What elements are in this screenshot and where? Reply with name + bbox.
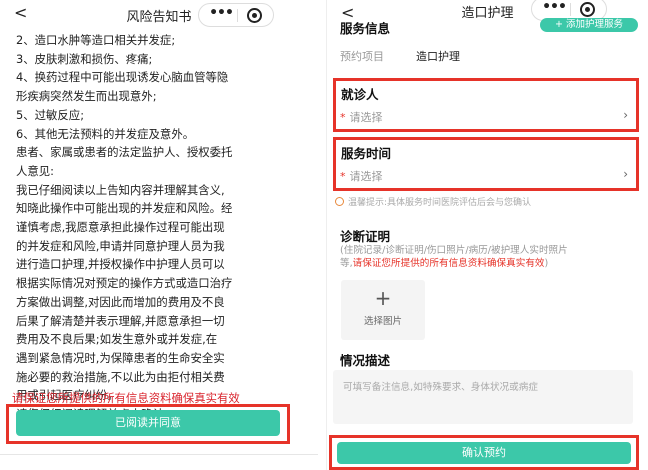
reminder-tip: 温馨提示:具体服务时间医院评估后会与您确认 — [335, 195, 531, 208]
notice-line: 费用及不良后果;如发生意外或并发症,在 — [16, 332, 218, 347]
mini-program-capsule: ••• — [198, 3, 274, 27]
notice-line: 根据实际情况对预定的操作方式或造口治疗 — [16, 276, 233, 291]
service-time-title: 服务时间 — [341, 146, 392, 161]
target-circle-icon[interactable] — [580, 2, 595, 17]
notice-line: 6、其他无法预料的并发症及意外。 — [16, 126, 195, 141]
required-mark: * — [340, 170, 346, 183]
notice-line: 谨慎考虑,我愿意承担此操作过程可能出现 — [16, 220, 225, 235]
patient-select[interactable]: * 请选择 — [340, 109, 383, 125]
notice-line: 方案做出调整,对因此而增加的费用及不良 — [16, 294, 225, 309]
patient-field[interactable]: 就诊人 * 请选择 › — [333, 78, 639, 132]
capsule-divider — [570, 3, 571, 16]
chevron-right-icon: › — [623, 108, 628, 122]
more-dots-icon[interactable]: ••• — [207, 5, 235, 21]
notice-line: 5、过敏反应; — [16, 107, 85, 122]
info-icon — [335, 197, 344, 206]
project-value: 造口护理 — [416, 50, 460, 63]
patient-placeholder: 请选择 — [349, 111, 383, 124]
service-info-title: 服务信息 — [340, 21, 391, 36]
risk-notice-screen: < 风险告知书 ••• 2、造口水肿等造口相关并发症; 3、皮肤刺激和损伤、疼痛;… — [0, 0, 318, 470]
notice-content: 2、造口水肿等造口相关并发症; 3、皮肤刺激和损伤、疼痛; 4、换药过程中可能出现诱… — [16, 31, 312, 424]
highlight-frame — [329, 435, 639, 470]
notice-line: 知晓此操作中可能出现的并发症和风险。经 — [16, 201, 233, 216]
target-circle-icon[interactable] — [247, 8, 262, 23]
select-image-label: 选择图片 — [363, 316, 402, 327]
situation-title: 情况描述 — [340, 353, 391, 368]
notice-line: 形疾病突然发生而出现意外; — [16, 89, 157, 104]
truthfulness-warning: 请保证您所提供的所有信息资料确保真实有效 — [352, 258, 545, 269]
capsule-divider — [237, 9, 238, 22]
notice-line: 后果了解清楚并表示理解,并愿意承担一切 — [16, 313, 225, 328]
notice-line: 2、造口水肿等造口相关并发症; — [16, 33, 176, 47]
chevron-right-icon: › — [623, 167, 628, 181]
situation-placeholder: 可填写备注信息,如特殊要求、身体状况或病症 — [343, 382, 538, 393]
highlight-frame — [6, 404, 290, 444]
plus-icon: + — [374, 286, 392, 310]
notice-line: 进行造口护理,并授权操作中护理人员可以 — [16, 257, 225, 272]
service-time-placeholder: 请选择 — [349, 170, 383, 183]
diagnosis-description: (住院记录/诊断证明/伤口照片/病历/被护理人实时照片 等,请保证您所提供的所有… — [340, 244, 638, 270]
notice-line: 4、换药过程中可能出现诱发心脑血管等隐 — [16, 70, 229, 85]
notice-line: 人意见: — [16, 163, 55, 178]
diagnosis-title: 诊断证明 — [340, 229, 391, 244]
select-image-button[interactable]: + 选择图片 — [341, 280, 425, 340]
bottom-divider — [0, 454, 318, 455]
notice-line: 患者、家属或患者的法定监护人、授权委托 — [16, 145, 233, 160]
notice-line: 我已仔细阅读以上告知内容并理解其含义, — [16, 182, 225, 197]
more-dots-icon[interactable]: ••• — [540, 0, 568, 15]
diagnosis-desc-line: (住院记录/诊断证明/伤口照片/病历/被护理人实时照片 — [340, 245, 568, 256]
situation-input[interactable]: 可填写备注信息,如特殊要求、身体状况或病症 — [333, 370, 633, 424]
notice-line: 3、皮肤刺激和损伤、疼痛; — [16, 51, 153, 66]
notice-line: 遇到紧急情况时,为保障患者的生命安全实 — [16, 350, 225, 365]
service-time-field[interactable]: 服务时间 * 请选择 › — [333, 137, 639, 191]
booking-screen: < 造口护理 ••• 服务信息 + 添加护理服务 预约项目 造口护理 就诊人 *… — [326, 0, 648, 470]
reminder-text: 温馨提示:具体服务时间医院评估后会与您确认 — [348, 198, 532, 208]
diagnosis-desc-line: 等,请保证您所提供的所有信息资料确保真实有效) — [340, 258, 549, 269]
notice-line: 施必要的救治措施,不以此为由拒付相关费 — [16, 369, 225, 384]
project-label: 预约项目 — [340, 50, 384, 63]
patient-title: 就诊人 — [341, 87, 379, 102]
required-mark: * — [340, 111, 346, 124]
service-time-select[interactable]: * 请选择 — [340, 168, 383, 184]
nav-bar: < 风险告知书 ••• — [0, 0, 318, 30]
add-service-button[interactable]: + 添加护理服务 — [540, 18, 638, 32]
notice-line: 的并发症和风险,申请并同意护理人员为我 — [16, 238, 225, 253]
